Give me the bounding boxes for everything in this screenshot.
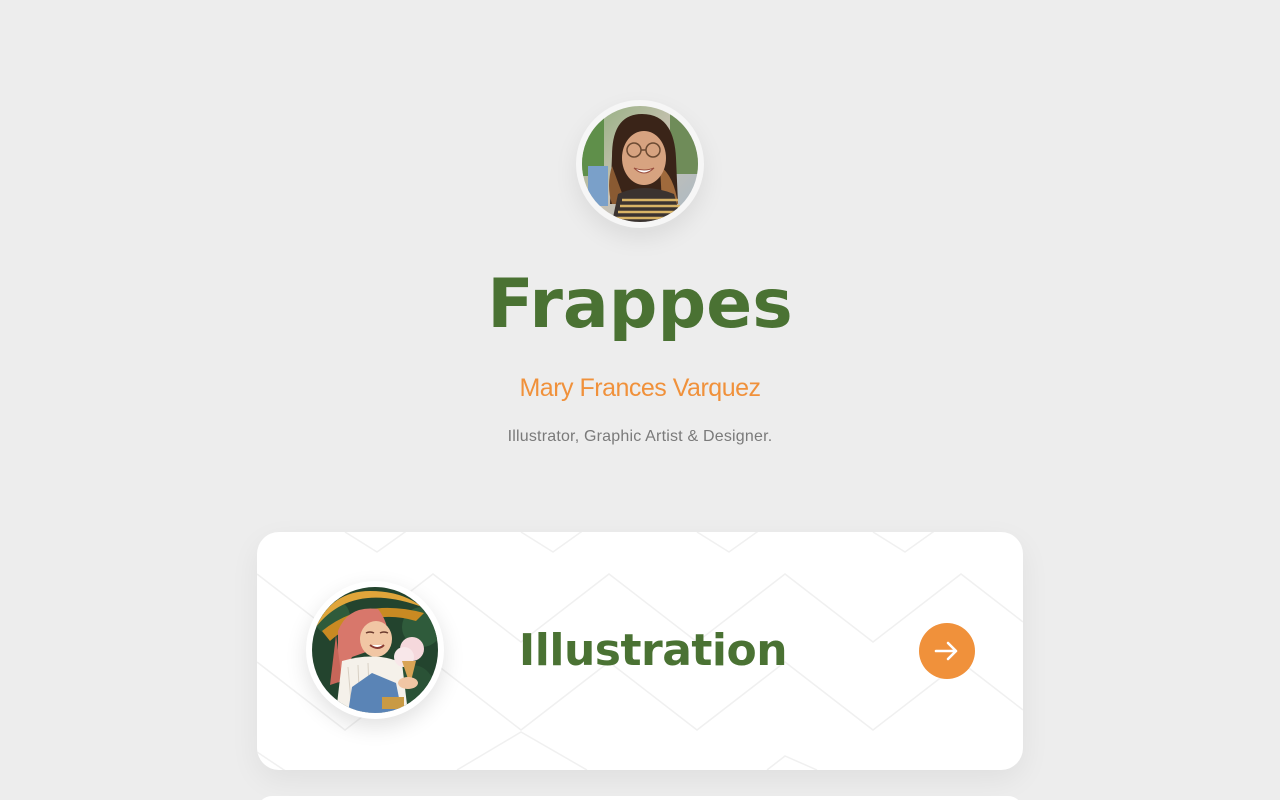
owner-name: Mary Frances Varquez — [519, 374, 761, 402]
link-thumbnail — [306, 581, 444, 719]
link-page: Frappes Mary Frances Varquez Illustrator… — [0, 0, 1280, 800]
arrow-right-icon — [934, 641, 958, 661]
page-title: Frappes — [487, 265, 793, 344]
open-link-button[interactable] — [919, 623, 975, 679]
profile-photo-icon — [582, 106, 698, 222]
link-card-illustration[interactable]: Illustration — [257, 532, 1023, 770]
illustration-thumbnail-icon — [312, 587, 438, 713]
link-card-next[interactable] — [257, 796, 1023, 800]
link-label: Illustration — [518, 625, 788, 676]
avatar — [576, 100, 704, 228]
tagline: Illustrator, Graphic Artist & Designer. — [507, 428, 773, 445]
